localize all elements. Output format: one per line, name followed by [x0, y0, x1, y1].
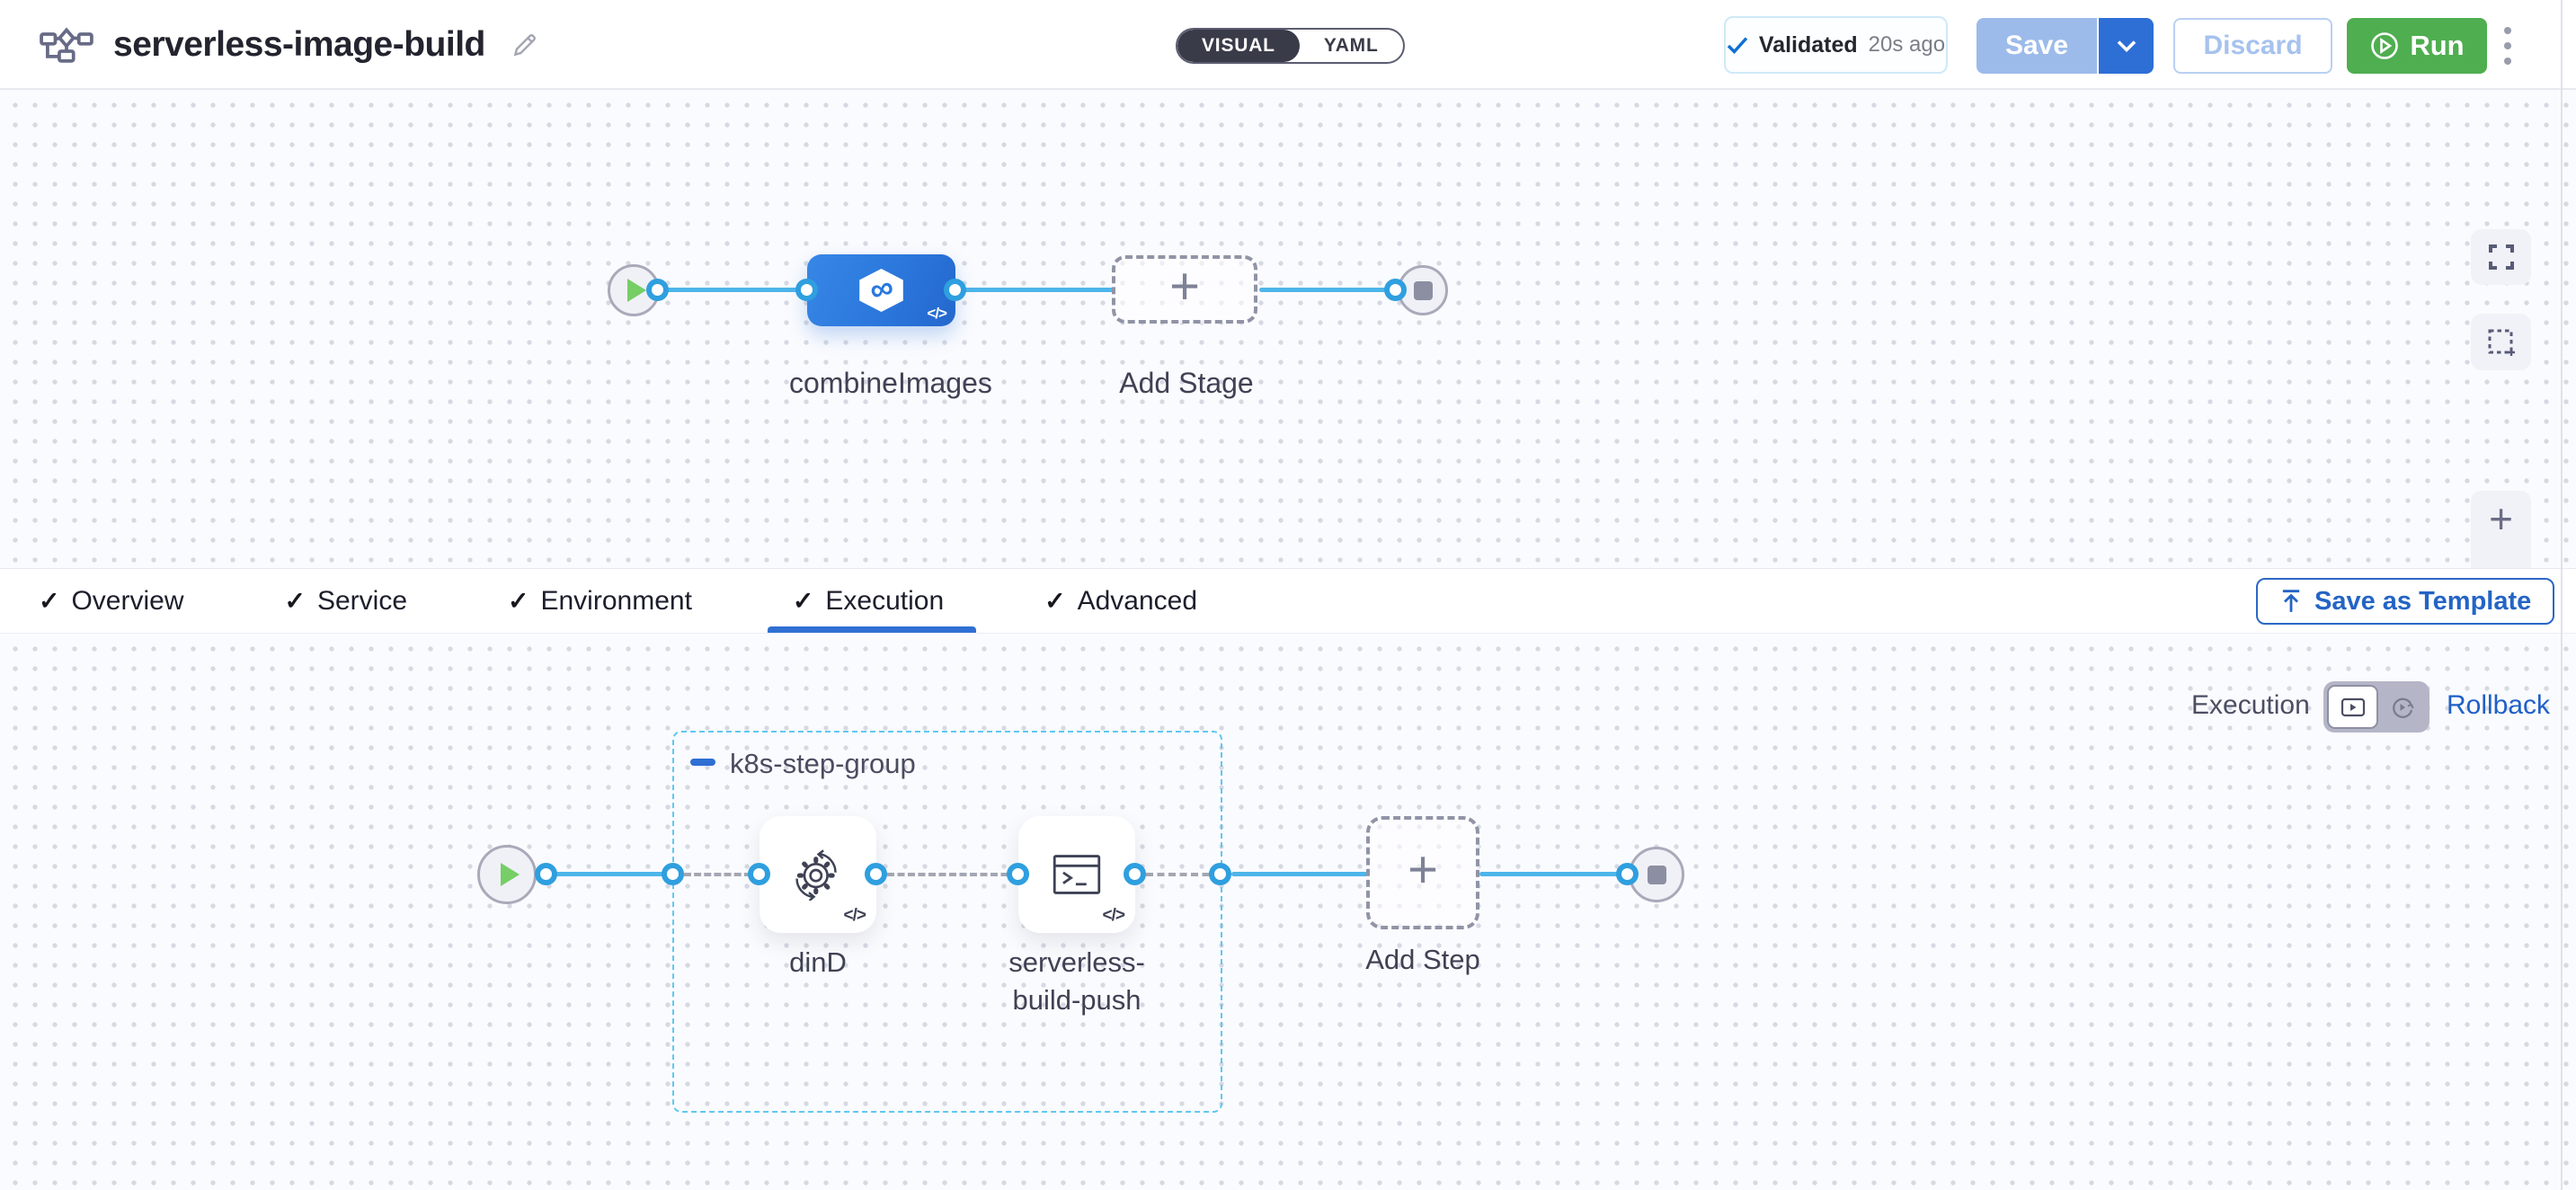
upload-icon	[2279, 589, 2303, 614]
code-icon: </>	[927, 305, 946, 323]
rollback-view-button[interactable]	[2378, 685, 2426, 729]
fullscreen-button[interactable]	[2471, 229, 2531, 285]
step-name-label: serverless-build-push	[987, 944, 1167, 1019]
rollback-link[interactable]: Rollback	[2447, 690, 2550, 721]
page-title: serverless-image-build	[113, 25, 485, 65]
marquee-select-button[interactable]	[2471, 314, 2531, 370]
code-icon: </>	[1103, 906, 1124, 926]
visual-tab[interactable]: VISUAL	[1177, 30, 1300, 62]
stop-icon	[1648, 866, 1666, 884]
fullscreen-icon	[2487, 243, 2516, 271]
tab-overview[interactable]: ✓ Overview	[39, 569, 184, 633]
connector-port	[535, 863, 557, 885]
zoom-in-button[interactable]: +	[2471, 491, 2531, 547]
check-icon: ✓	[508, 586, 529, 616]
add-stage-button[interactable]: +	[1112, 255, 1257, 324]
tab-label: Environment	[540, 586, 691, 617]
connector-port	[865, 863, 887, 885]
stage-canvas[interactable]: ∞ </> combineImages + Add Stage + −	[0, 90, 2576, 568]
connector-line	[548, 872, 676, 876]
connector-port	[1616, 863, 1639, 885]
execution-view-icon	[2341, 697, 2366, 718]
connector-line	[1259, 288, 1398, 292]
connector-port	[748, 863, 770, 885]
collapse-group-button[interactable]	[690, 759, 715, 766]
tab-environment[interactable]: ✓ Environment	[508, 569, 692, 633]
validated-time: 20s ago	[1869, 32, 1945, 58]
chevron-down-icon	[2116, 39, 2137, 53]
connector-line	[660, 288, 809, 292]
pipeline-graph-icon	[40, 27, 93, 63]
play-icon	[627, 279, 646, 302]
ci-stage-icon: ∞	[857, 269, 906, 312]
execution-view-button[interactable]	[2327, 685, 2378, 729]
step-card-serverless-build-push[interactable]: </>	[1018, 816, 1135, 933]
check-icon: ✓	[285, 586, 306, 616]
execution-start-node	[477, 845, 537, 904]
tab-execution[interactable]: ✓ Execution	[793, 569, 944, 633]
tab-label: Service	[317, 586, 407, 617]
connector-port	[646, 279, 669, 301]
more-options-button[interactable]	[2499, 22, 2517, 69]
stop-icon	[1414, 281, 1433, 300]
code-icon: </>	[844, 906, 866, 926]
save-split-button: Save	[1976, 18, 2154, 74]
save-button[interactable]: Save	[1976, 18, 2097, 74]
tab-label: Execution	[825, 586, 944, 617]
panel-divider	[2561, 0, 2563, 1190]
connector-port	[1384, 279, 1407, 301]
add-step-label: Add Step	[1355, 941, 1490, 979]
connector-port	[662, 863, 684, 885]
check-icon	[1727, 36, 1748, 54]
step-group-container[interactable]	[672, 731, 1222, 1113]
gear-sync-icon	[792, 848, 844, 901]
run-play-icon	[2369, 31, 2400, 61]
add-step-button[interactable]: +	[1366, 816, 1479, 929]
tab-service[interactable]: ✓ Service	[285, 569, 408, 633]
discard-button[interactable]: Discard	[2173, 18, 2332, 74]
connector-line	[1231, 872, 1368, 876]
edit-pencil-icon[interactable]	[511, 31, 539, 59]
connector-port	[1209, 863, 1231, 885]
run-label: Run	[2410, 30, 2464, 62]
marquee-select-icon	[2486, 327, 2517, 358]
play-icon	[501, 863, 520, 886]
execution-rollback-toggle	[2323, 681, 2429, 733]
connector-port	[1124, 863, 1146, 885]
header-bar: serverless-image-build VISUAL YAML Valid…	[0, 0, 2576, 90]
check-icon: ✓	[793, 586, 813, 616]
check-icon: ✓	[39, 586, 59, 616]
stage-card-combineimages[interactable]: ∞ </>	[807, 254, 955, 326]
add-stage-label: Add Stage	[1115, 364, 1258, 402]
connector-line	[1479, 872, 1630, 876]
step-group-name: k8s-step-group	[730, 748, 916, 780]
yaml-tab[interactable]: YAML	[1300, 30, 1403, 62]
connector-port	[944, 279, 966, 301]
execution-mode-label: Execution	[2191, 690, 2310, 721]
step-name-label: dinD	[701, 944, 935, 981]
pipeline-tabbar: ✓ Overview ✓ Service ✓ Environment ✓ Exe…	[0, 568, 2576, 634]
tab-advanced[interactable]: ✓ Advanced	[1044, 569, 1197, 633]
tab-label: Overview	[71, 586, 183, 617]
save-as-template-label: Save as Template	[2314, 587, 2531, 617]
terminal-icon	[1052, 852, 1102, 897]
rollback-view-icon	[2390, 695, 2415, 720]
validated-label: Validated	[1759, 32, 1858, 58]
tab-label: Advanced	[1078, 586, 1197, 617]
connector-port	[795, 279, 818, 301]
validated-badge[interactable]: Validated 20s ago	[1724, 16, 1948, 74]
save-dropdown-button[interactable]	[2097, 18, 2154, 74]
pipeline-studio: ∞ </> combineImages + Add Stage + −	[0, 0, 2576, 1190]
stage-name-label: combineImages	[789, 364, 973, 402]
connector-port	[1007, 863, 1029, 885]
save-as-template-button[interactable]: Save as Template	[2256, 578, 2554, 625]
run-button[interactable]: Run	[2347, 18, 2487, 74]
step-card-dind[interactable]: </>	[759, 816, 876, 933]
visual-yaml-toggle: VISUAL YAML	[1176, 28, 1405, 64]
connector-line	[954, 288, 1114, 292]
check-icon: ✓	[1044, 586, 1065, 616]
execution-canvas[interactable]	[0, 634, 2576, 1190]
